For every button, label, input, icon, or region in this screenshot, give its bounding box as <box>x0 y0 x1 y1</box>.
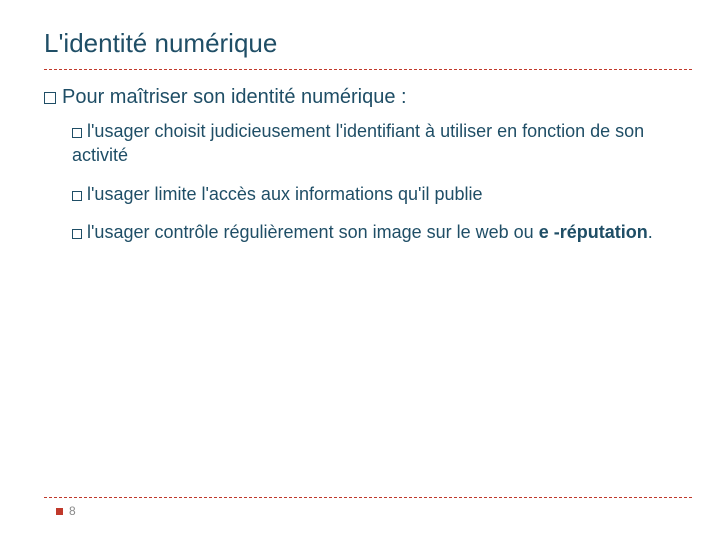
sub-bullet: l'usager choisit judicieusement l'identi… <box>72 119 692 168</box>
page-number: 8 <box>56 504 692 518</box>
bullet-square-small-icon <box>72 191 82 201</box>
sub-bullet-text: l'usager contrôle régulièrement son imag… <box>87 222 539 242</box>
footer: 8 <box>0 497 720 518</box>
bullet-square-small-icon <box>72 229 82 239</box>
main-bullet-text: Pour maîtriser son identité numérique : <box>62 86 407 108</box>
slide: L'identité numérique Pour maîtriser son … <box>0 0 720 540</box>
title-underline <box>44 69 692 70</box>
main-bullet: Pour maîtriser son identité numérique : <box>44 84 692 109</box>
sub-bullet-text-bold: e -réputation <box>539 222 648 242</box>
sub-bullet-text: l'usager choisit judicieusement l'identi… <box>72 121 644 165</box>
page-number-marker-icon <box>56 508 63 515</box>
page-number-text: 8 <box>69 504 76 518</box>
sub-bullet: l'usager limite l'accès aux informations… <box>72 182 692 206</box>
footer-rule <box>44 497 692 498</box>
sub-bullet: l'usager contrôle régulièrement son imag… <box>72 220 692 244</box>
bullet-square-icon <box>44 92 56 104</box>
sub-bullet-text: l'usager limite l'accès aux informations… <box>87 184 483 204</box>
sub-bullet-text: . <box>648 222 653 242</box>
bullet-square-small-icon <box>72 128 82 138</box>
slide-title: L'identité numérique <box>44 28 692 67</box>
sub-bullet-list: l'usager choisit judicieusement l'identi… <box>44 119 692 244</box>
